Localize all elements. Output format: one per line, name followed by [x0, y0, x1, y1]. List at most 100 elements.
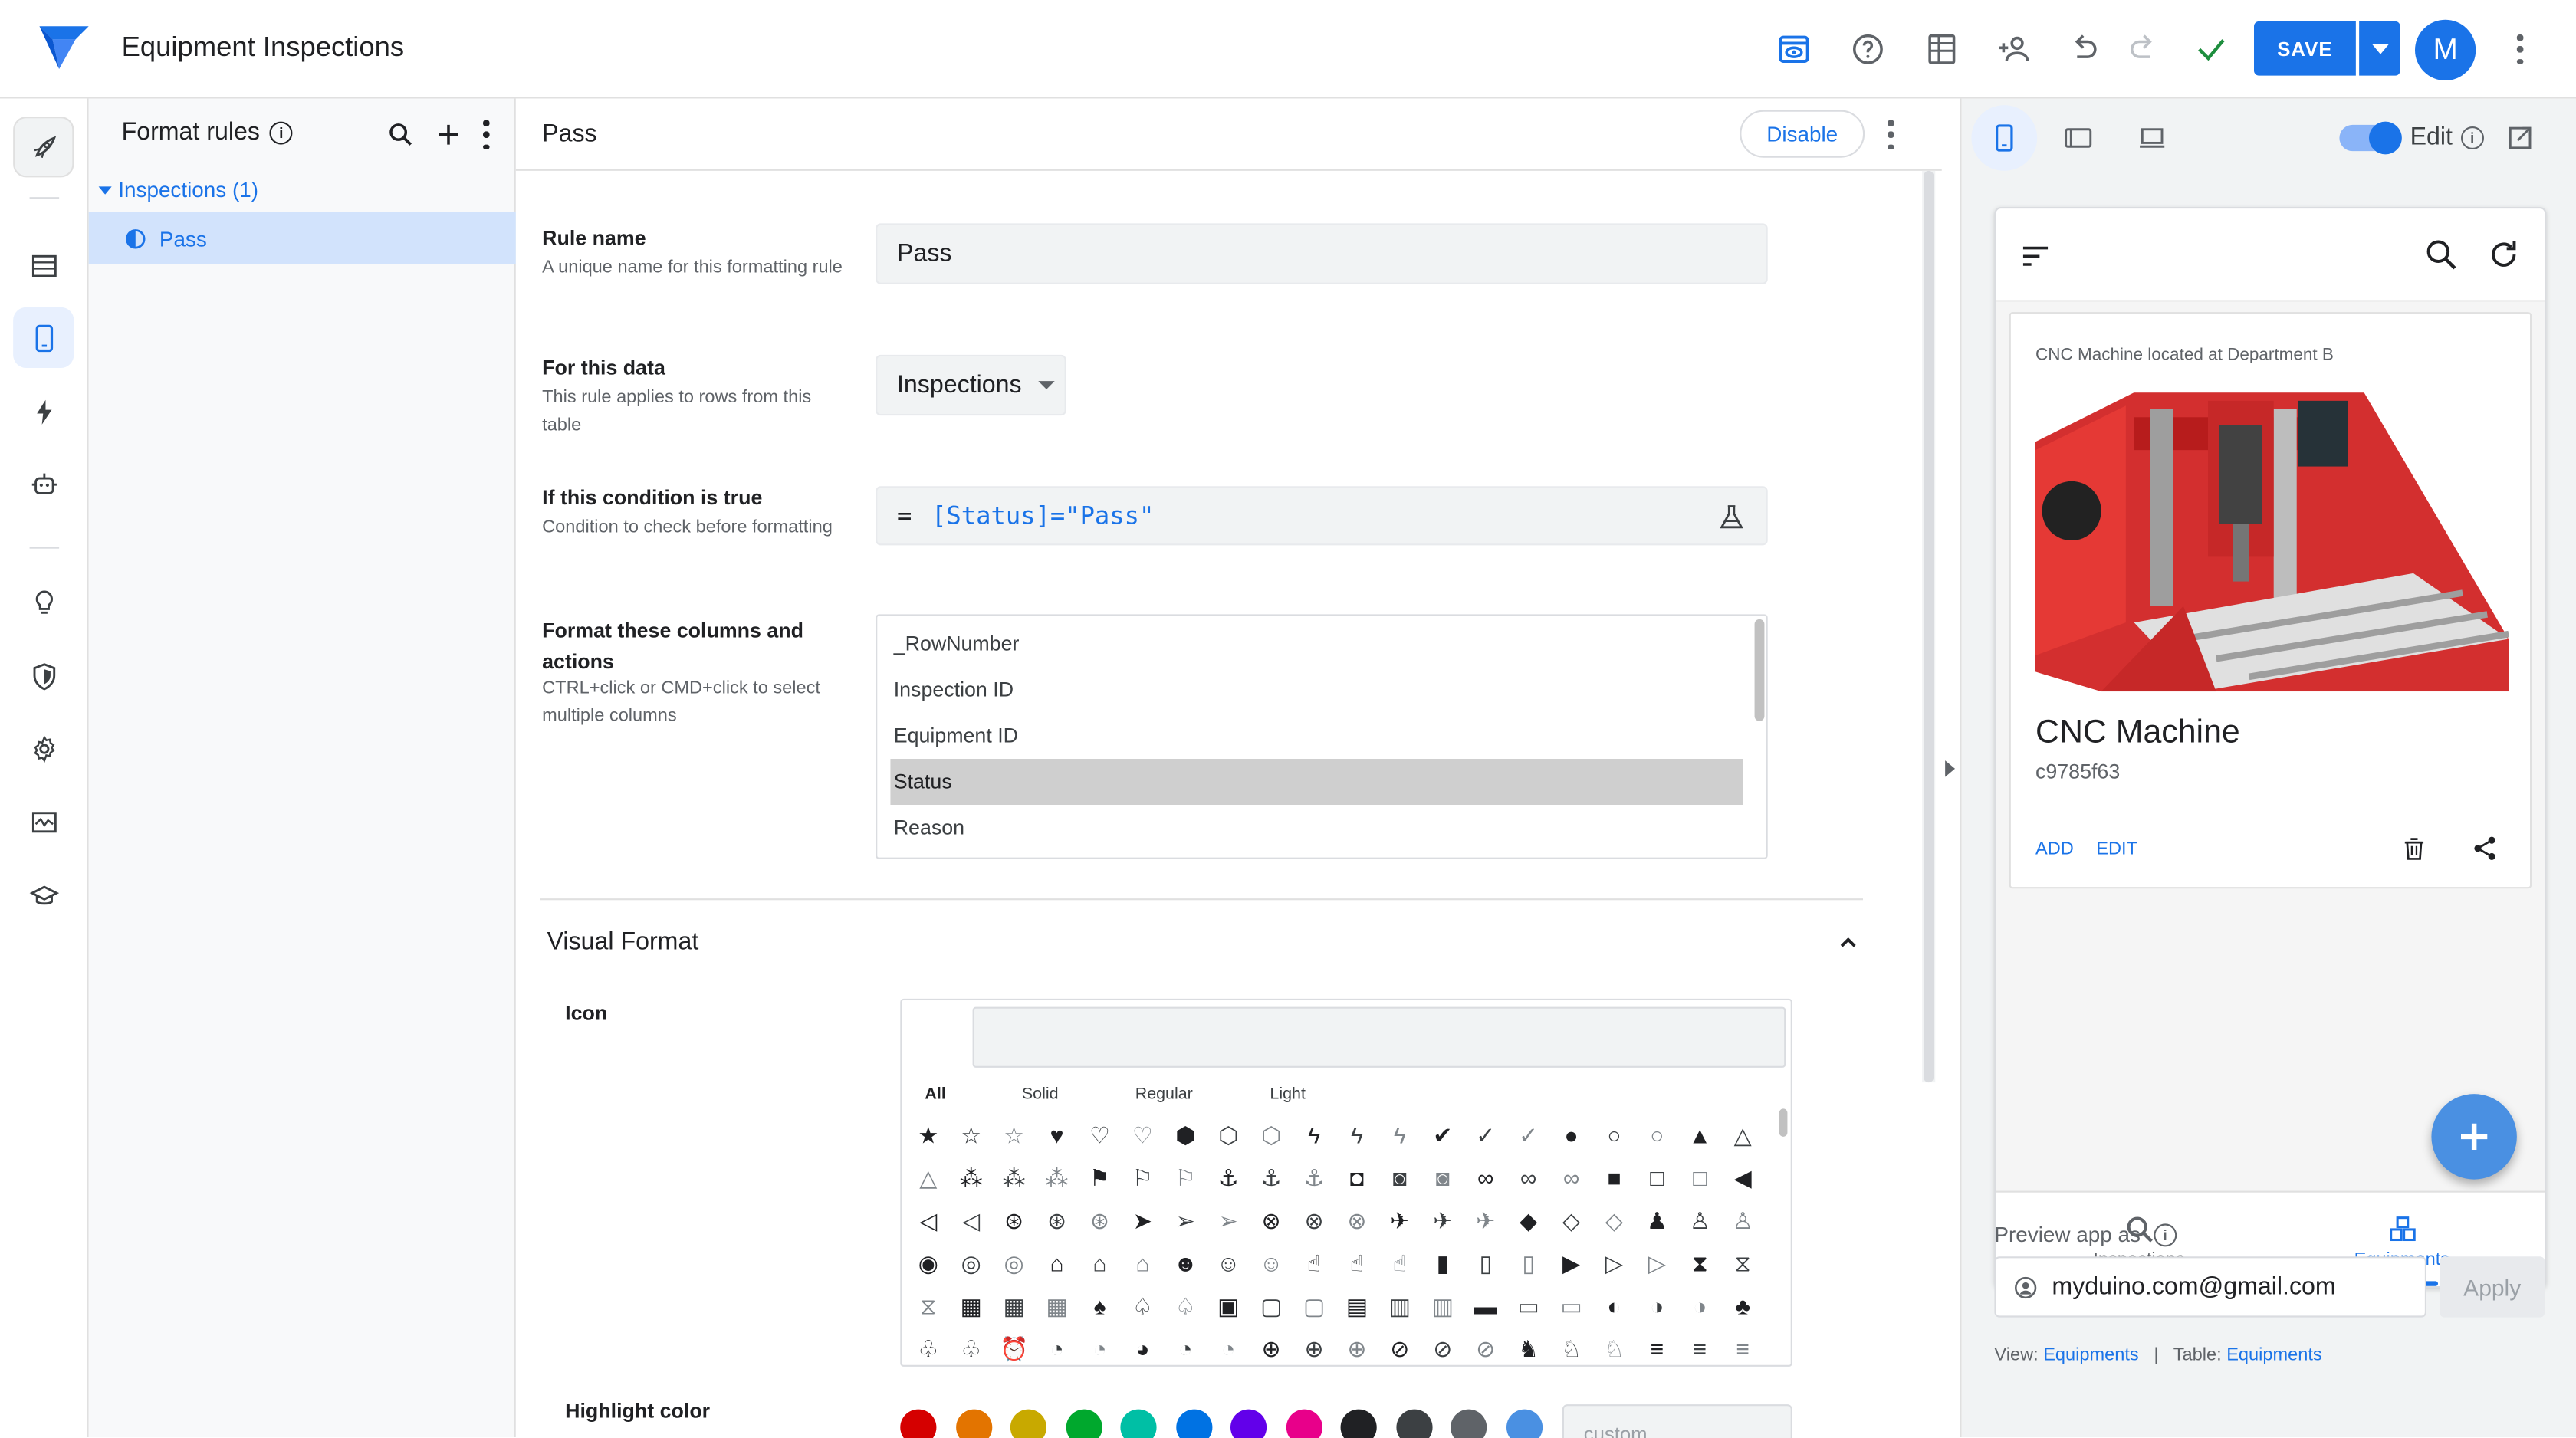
icon-tab-light[interactable]: Light — [1270, 1085, 1305, 1104]
alarm-exclamation-regular-icon[interactable]: ◔ — [1164, 1327, 1207, 1364]
tree-light-icon[interactable]: ♧ — [950, 1327, 993, 1364]
check-circle-solid-icon[interactable]: ✔ — [1421, 1114, 1464, 1157]
condition-expression-input[interactable]: = [Status]="Pass" — [876, 486, 1768, 546]
smile-solid-icon[interactable]: ☻ — [1164, 1242, 1207, 1285]
adjust-light-icon[interactable]: ◑ — [1678, 1285, 1721, 1328]
info-icon[interactable]: i — [2460, 125, 2484, 149]
check-circle-regular-icon[interactable]: ✓ — [1464, 1114, 1507, 1157]
ad-light-icon[interactable]: ▢ — [1293, 1285, 1336, 1328]
column-option[interactable]: Equipment ID — [890, 713, 1743, 759]
column-option[interactable]: Inspection ID — [890, 667, 1743, 713]
help-icon[interactable] — [1845, 26, 1891, 72]
color-swatch[interactable] — [1505, 1409, 1543, 1438]
intelligence-bulb-icon[interactable] — [13, 572, 74, 632]
address-card-regular-icon[interactable]: ▭ — [1507, 1285, 1550, 1328]
edit-button[interactable]: EDIT — [2096, 839, 2137, 859]
color-swatch[interactable] — [1285, 1409, 1322, 1438]
color-swatch[interactable] — [1175, 1409, 1212, 1438]
info-icon[interactable]: i — [2154, 1223, 2177, 1246]
expand-arrow-icon[interactable] — [1945, 760, 1955, 777]
abacus-regular-icon[interactable]: ▦ — [993, 1285, 1036, 1328]
bullhorn-regular-icon[interactable]: ◁ — [907, 1199, 950, 1242]
monitor-icon[interactable] — [13, 792, 74, 852]
hourglass-light-icon[interactable]: ⧖ — [907, 1285, 950, 1328]
panel-splitter[interactable] — [1941, 98, 1962, 1438]
address-book-light-icon[interactable]: ▥ — [1421, 1285, 1464, 1328]
appsheet-logo-icon[interactable] — [36, 23, 92, 72]
bank-light-icon[interactable]: ⌂ — [1121, 1242, 1164, 1285]
binoculars-light-icon[interactable]: ∞ — [1550, 1157, 1593, 1200]
sort-menu-icon[interactable] — [2019, 240, 2052, 273]
truck-light-icon[interactable]: ▷ — [1635, 1242, 1678, 1285]
paper-plane-regular-icon[interactable]: ➢ — [1164, 1199, 1207, 1242]
check-icon[interactable] — [2188, 26, 2234, 72]
columns-listbox[interactable]: _RowNumber Inspection ID Equipment ID St… — [876, 614, 1768, 859]
heart-solid-icon[interactable]: ♥ — [1036, 1114, 1079, 1157]
plane-regular-icon[interactable]: ✈ — [1421, 1199, 1464, 1242]
ad-solid-icon[interactable]: ▣ — [1207, 1285, 1250, 1328]
icon-tab-all[interactable]: All — [925, 1085, 945, 1104]
icon-tab-solid[interactable]: Solid — [1022, 1085, 1059, 1104]
alarm-exclamation-solid-icon[interactable]: ◕ — [1121, 1327, 1164, 1364]
listbox-scrollbar[interactable] — [1754, 619, 1765, 721]
table-grid-icon[interactable] — [1919, 26, 1965, 72]
bell-solid-icon[interactable]: ▲ — [1678, 1114, 1721, 1157]
detail-card[interactable]: CNC Machine located at Department B CNC … — [2009, 312, 2532, 889]
acorn-light-icon[interactable]: ♤ — [1164, 1285, 1207, 1328]
footer-view-link[interactable]: Equipments — [2043, 1345, 2138, 1365]
thumbs-up-solid-icon[interactable]: ☝ — [1293, 1242, 1336, 1285]
lightbulb-regular-icon[interactable]: ○ — [1593, 1114, 1636, 1157]
smile-light-icon[interactable]: ☺ — [1250, 1242, 1293, 1285]
column-option[interactable]: _RowNumber — [890, 621, 1743, 667]
add-person-icon[interactable] — [1991, 26, 2037, 72]
data-table-icon[interactable] — [13, 235, 74, 295]
save-button[interactable]: SAVE — [2254, 21, 2356, 76]
cube-light-icon[interactable]: ⬡ — [1250, 1114, 1293, 1157]
star-light-icon[interactable]: ☆ — [993, 1114, 1036, 1157]
paper-plane-light-icon[interactable]: ➢ — [1207, 1199, 1250, 1242]
edit-mode-toggle[interactable] — [2339, 121, 2402, 155]
disable-button[interactable]: Disable — [1740, 110, 1865, 158]
preview-visibility-icon[interactable] — [1771, 26, 1817, 72]
alarm-clock-regular-icon[interactable]: ◔ — [1036, 1327, 1079, 1364]
color-swatch[interactable] — [1395, 1409, 1432, 1438]
color-swatch[interactable] — [1010, 1409, 1046, 1438]
cubes-light-icon[interactable]: ⁂ — [1036, 1157, 1079, 1200]
bullhorn-solid-icon[interactable]: ◀ — [1721, 1157, 1764, 1200]
address-book-regular-icon[interactable]: ▥ — [1378, 1285, 1421, 1328]
collapse-chevron-icon[interactable] — [1837, 931, 1860, 954]
car-regular-icon[interactable]: ◙ — [1378, 1157, 1421, 1200]
settings-gear-icon[interactable] — [13, 717, 74, 778]
search-icon[interactable] — [2423, 237, 2459, 273]
tree-group-inspections[interactable]: Inspections (1) — [98, 177, 258, 202]
briefcase-regular-icon[interactable]: □ — [1635, 1157, 1678, 1200]
ad-regular-icon[interactable]: ▢ — [1250, 1285, 1293, 1328]
footer-table-link[interactable]: Equipments — [2226, 1345, 2321, 1365]
cube-solid-icon[interactable]: ⬢ — [1164, 1114, 1207, 1157]
bolt-regular-icon[interactable]: ϟ — [1336, 1114, 1378, 1157]
car-solid-icon[interactable]: ◘ — [1336, 1157, 1378, 1200]
tags-solid-icon[interactable]: ◆ — [1507, 1199, 1550, 1242]
smile-regular-icon[interactable]: ☺ — [1207, 1242, 1250, 1285]
search-icon[interactable] — [384, 118, 417, 151]
anchor-light-icon[interactable]: ⚓ — [1293, 1157, 1336, 1200]
life-ring-light-icon[interactable]: ⊗ — [1336, 1199, 1378, 1242]
alarm-snooze-regular-icon[interactable]: ⊘ — [1421, 1327, 1464, 1364]
check-circle-light-icon[interactable]: ✓ — [1507, 1114, 1550, 1157]
car-light-icon[interactable]: ◙ — [1421, 1157, 1464, 1200]
table-select[interactable]: Inspections — [876, 354, 1066, 416]
picker-scrollbar[interactable] — [1779, 1108, 1788, 1137]
acorn-regular-icon[interactable]: ♤ — [1121, 1285, 1164, 1328]
hourglass-solid-icon[interactable]: ⧗ — [1678, 1242, 1721, 1285]
app-views-icon[interactable] — [13, 307, 74, 368]
info-icon[interactable]: i — [269, 120, 293, 144]
bell-regular-icon[interactable]: △ — [1721, 1114, 1764, 1157]
editor-more-options-icon[interactable] — [1886, 120, 1896, 149]
refresh-icon[interactable] — [2486, 237, 2522, 273]
color-swatch[interactable] — [1230, 1409, 1267, 1438]
color-swatch[interactable] — [900, 1409, 937, 1438]
anchor-regular-icon[interactable]: ⚓ — [1250, 1157, 1293, 1200]
undo-icon[interactable] — [2060, 26, 2106, 72]
phone-device-icon[interactable] — [1971, 105, 2038, 171]
flag-light-icon[interactable]: ⚐ — [1164, 1157, 1207, 1200]
